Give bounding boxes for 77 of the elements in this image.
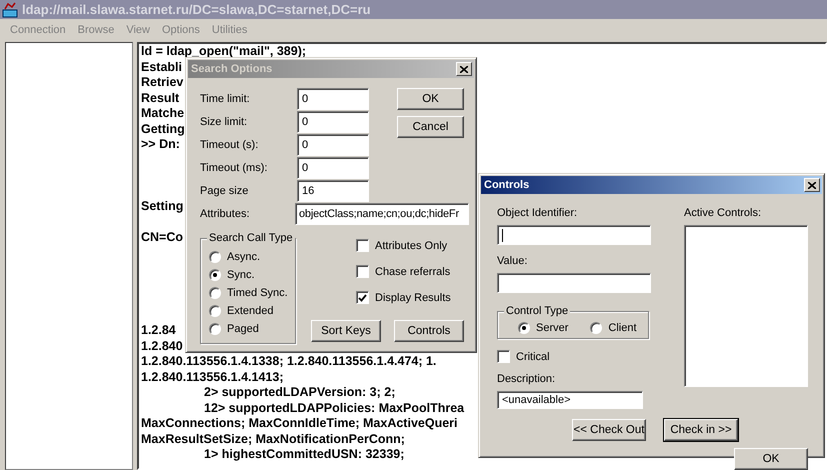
output-line: Establi <box>141 60 182 75</box>
radio-label: Sync. <box>227 269 255 281</box>
radio-button[interactable] <box>209 305 221 317</box>
output-line: Getting <box>141 122 185 137</box>
dialog-button[interactable]: << Check Out <box>572 419 646 441</box>
close-icon <box>808 182 816 188</box>
output-line: >> Dn: <box>141 137 180 152</box>
output-line: 2> supportedLDAPVersion: 3; 2; <box>204 385 396 400</box>
group-label: Search Call Type <box>207 232 295 244</box>
input-field[interactable] <box>497 225 651 245</box>
radio-button[interactable] <box>590 322 602 334</box>
input-field[interactable]: 0 <box>297 111 369 133</box>
radio-button[interactable] <box>209 251 221 263</box>
checkbox[interactable] <box>356 291 369 304</box>
field-label: Attributes: <box>200 208 251 220</box>
radio-button[interactable] <box>209 269 221 281</box>
checkbox-label: Chase referrals <box>375 266 450 278</box>
field-label: Timeout (ms): <box>200 162 268 174</box>
input-field[interactable]: 16 <box>297 180 369 202</box>
radio-label: Client <box>608 322 637 334</box>
checkbox[interactable] <box>356 239 369 252</box>
checkbox[interactable] <box>356 265 369 278</box>
field-label: Page size <box>200 185 250 197</box>
radio-label: Timed Sync. <box>227 287 288 299</box>
input-field[interactable]: 0 <box>297 134 369 156</box>
output-line: Result <box>141 90 180 106</box>
output-line: 1> highestCommittedUSN: 32339; <box>204 447 404 462</box>
input-field[interactable]: objectClass;name;cn;ou;dc;hideFr <box>295 203 469 225</box>
output-line: 1.2.840.113556.1.4.1338; 1.2.840.113556.1.4.474; 1. <box>141 354 436 370</box>
output-line: Setting <box>141 199 184 214</box>
field-label: Timeout (s): <box>200 139 260 151</box>
output-line: ld = ldap_open("mail", 389); <box>141 44 306 60</box>
radio-label: Paged <box>227 323 259 335</box>
radio-label: Server <box>536 322 568 334</box>
radio-label: Async. <box>227 251 260 263</box>
window-title: ldap://mail.slawa.starnet.ru/DC=slawa,DC=starnet,DC=ru <box>22 2 371 17</box>
field-label: Size limit: <box>200 116 248 128</box>
field-label: Value: <box>497 255 528 267</box>
input-field[interactable]: <unavailable> <box>497 391 643 409</box>
output-line: MaxResultSetSize; MaxNotificationPerConn; <box>141 432 405 447</box>
output-line: 1.2.840 <box>141 338 183 354</box>
output-line: CN=Co <box>141 230 184 246</box>
ok-button[interactable]: OK <box>734 448 808 470</box>
input-field[interactable] <box>497 273 651 293</box>
field-label: Time limit: <box>200 93 251 105</box>
checkbox[interactable] <box>497 350 510 363</box>
group-label: Control Type <box>504 305 570 317</box>
field-label: Description: <box>497 373 556 385</box>
dialog-button[interactable]: Controls <box>394 320 464 342</box>
close-button[interactable] <box>804 178 820 192</box>
output-line: 1.2.840.113556.1.4.1413; <box>141 370 284 385</box>
radio-button[interactable] <box>209 323 221 335</box>
output-line: MaxConnections; MaxConnIdleTime; MaxActiveQueri <box>141 416 458 432</box>
checkbox-label: Display Results <box>375 292 451 304</box>
output-line: 1.2.84 <box>141 323 176 338</box>
dialog-button[interactable]: Check in >> <box>664 419 738 441</box>
output-line: 12> supportedLDAPPolicies: MaxPoolThrea <box>204 400 464 416</box>
input-field[interactable]: 0 <box>297 88 369 110</box>
close-icon <box>460 66 468 72</box>
app-icon <box>2 2 18 18</box>
dialog-title: Search Options <box>191 63 272 75</box>
radio-button[interactable] <box>518 322 530 334</box>
dialog-title: Controls <box>484 179 530 191</box>
dialog-button[interactable]: Sort Keys <box>311 320 381 342</box>
list-box[interactable] <box>684 225 808 387</box>
checkbox-label: Critical <box>516 350 550 362</box>
radio-label: Extended <box>227 305 274 317</box>
output-line: Retriev <box>141 75 184 90</box>
cancel-button[interactable]: Cancel <box>397 116 464 138</box>
field-label: Active Controls: <box>684 207 762 219</box>
checkbox-label: Attributes Only <box>375 240 448 252</box>
ok-button[interactable]: OK <box>397 88 464 110</box>
output-line: Matche <box>141 106 184 122</box>
field-label: Object Identifier: <box>497 207 578 219</box>
radio-button[interactable] <box>209 287 221 299</box>
input-field[interactable]: 0 <box>297 157 369 179</box>
close-button[interactable] <box>456 62 472 76</box>
